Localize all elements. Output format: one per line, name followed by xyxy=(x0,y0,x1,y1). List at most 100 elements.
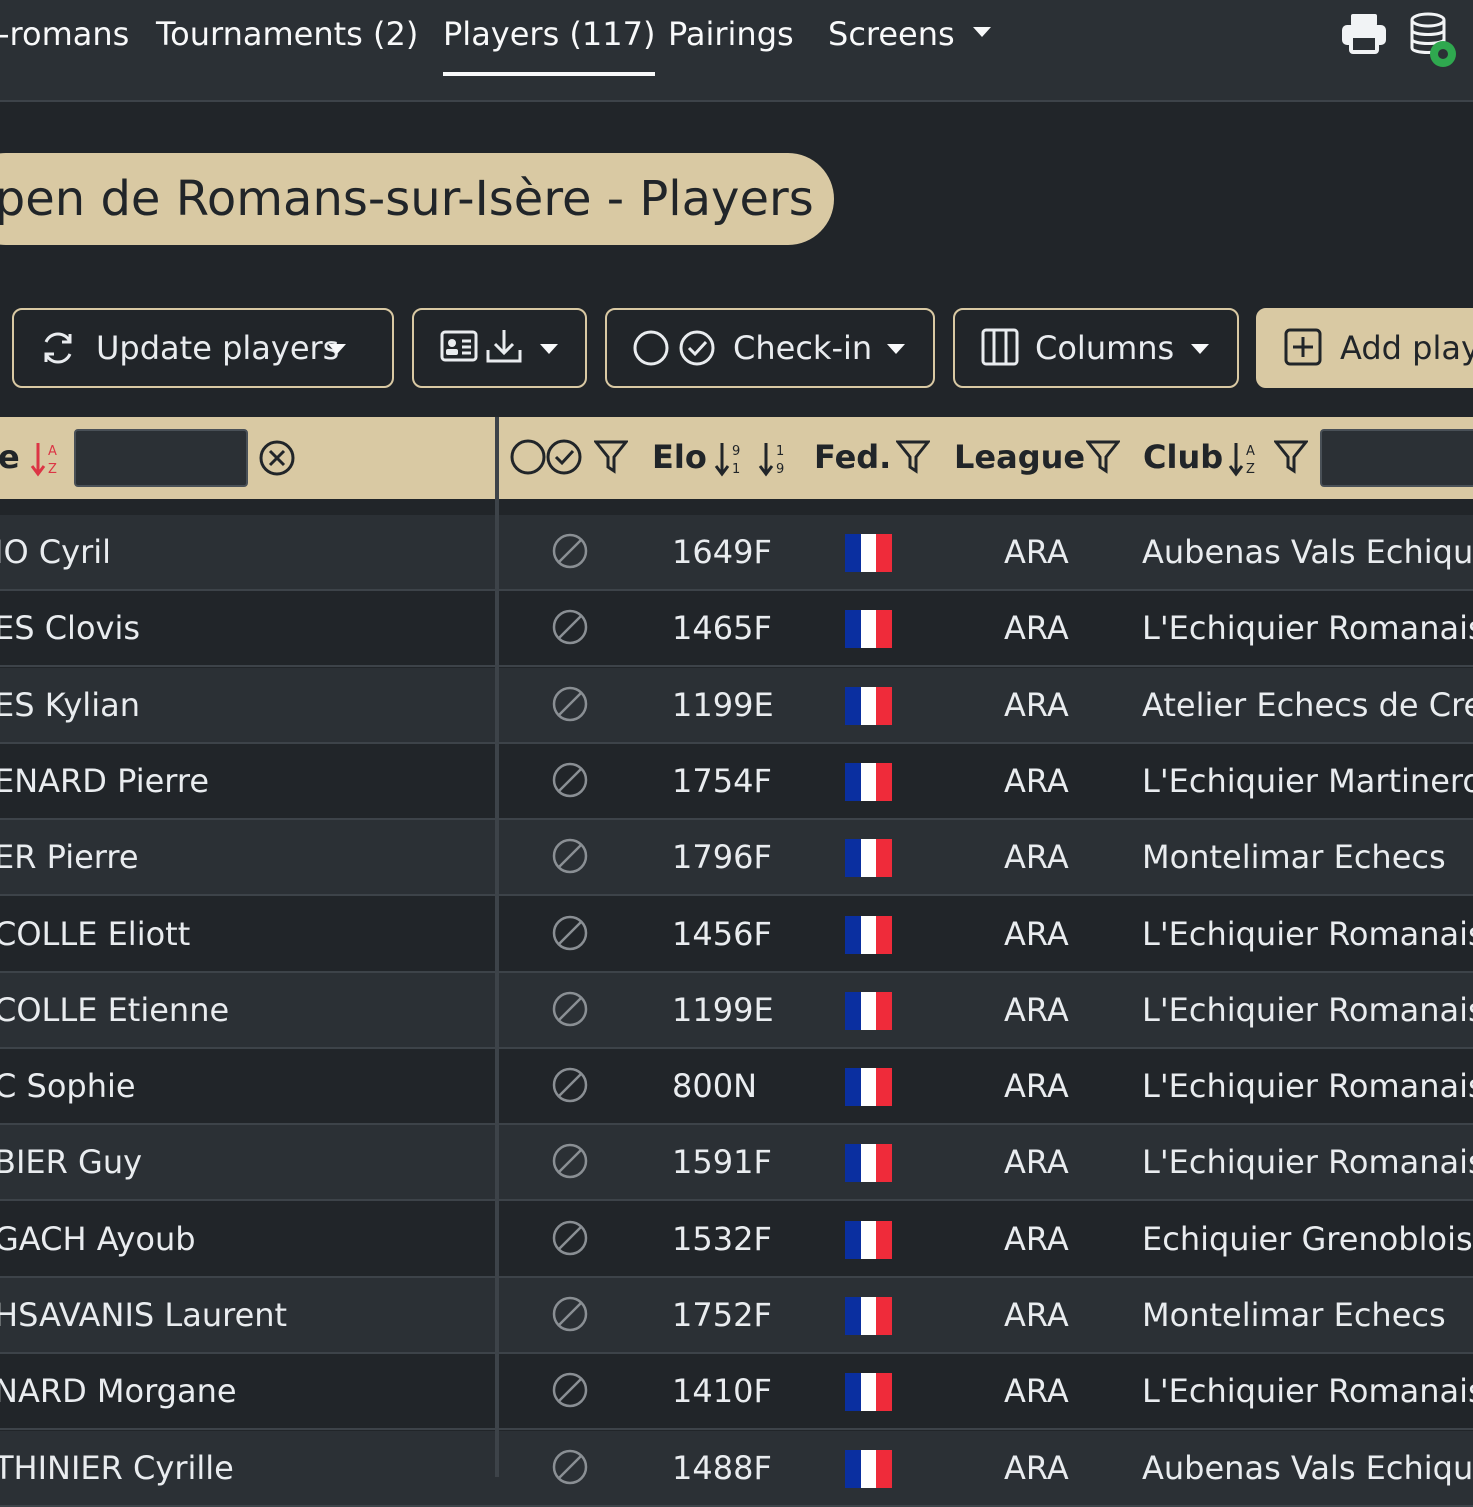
filter-icon[interactable] xyxy=(896,439,930,475)
player-name[interactable]: ES Kylian xyxy=(0,668,140,742)
table-row[interactable]: IO Cyril 1649F ARA Aubenas Vals Echiqui xyxy=(0,515,1473,591)
chevron-down-icon xyxy=(887,344,905,354)
nav-item-players[interactable]: Players (117) xyxy=(443,12,656,76)
update-players-label: Update players xyxy=(96,329,340,367)
check-in-icon xyxy=(633,330,715,366)
table-row[interactable]: HSAVANIS Laurent 1752F ARA Montelimar Echec… xyxy=(0,1278,1473,1354)
player-club: L'Echiquier Romanais xyxy=(1142,915,1473,953)
filter-icon[interactable] xyxy=(1086,439,1120,475)
check-in-icon[interactable] xyxy=(510,437,584,477)
player-name[interactable]: THINIER Cyrille xyxy=(0,1431,234,1505)
nav-item-event[interactable]: -romans xyxy=(0,12,129,56)
clear-icon[interactable] xyxy=(258,439,296,477)
printer-icon[interactable] xyxy=(1340,12,1388,56)
export-button[interactable] xyxy=(412,308,587,388)
player-elo: 1754F xyxy=(672,762,772,800)
header-elo: Elo xyxy=(652,438,707,476)
not-checked-in-icon[interactable] xyxy=(552,1067,588,1103)
not-checked-in-icon[interactable] xyxy=(552,838,588,874)
player-name[interactable]: ES Clovis xyxy=(0,591,140,665)
player-name[interactable]: ENARD Pierre xyxy=(0,744,209,818)
table-row[interactable]: BIER Guy 1591F ARA L'Echiquier Romanais xyxy=(0,1125,1473,1201)
table-row[interactable]: NARD Morgane 1410F ARA L'Echiquier Romanais xyxy=(0,1354,1473,1430)
chevron-down-icon xyxy=(328,344,346,354)
not-checked-in-icon[interactable] xyxy=(552,991,588,1027)
add-player-button[interactable]: Add play xyxy=(1256,308,1473,388)
header-name: e xyxy=(0,438,20,476)
refresh-icon xyxy=(44,332,72,364)
nav-item-tournaments[interactable]: Tournaments (2) xyxy=(156,12,418,56)
player-league: ARA xyxy=(1004,609,1069,647)
player-league: ARA xyxy=(1004,1143,1069,1181)
table-row[interactable]: GACH Ayoub 1532F ARA Echiquier Grenoblois xyxy=(0,1202,1473,1278)
columns-button[interactable]: Columns xyxy=(953,308,1239,388)
club-filter-input[interactable] xyxy=(1320,429,1473,487)
database-settings-icon[interactable] xyxy=(1408,12,1462,70)
not-checked-in-icon[interactable] xyxy=(552,686,588,722)
not-checked-in-icon[interactable] xyxy=(552,1449,588,1485)
sort-numeric-desc-icon[interactable]: 9 1 xyxy=(714,439,746,479)
player-league: ARA xyxy=(1004,991,1069,1029)
not-checked-in-icon[interactable] xyxy=(552,1296,588,1332)
filter-icon[interactable] xyxy=(594,439,628,475)
france-flag-icon xyxy=(845,687,893,725)
table-row[interactable]: ES Clovis 1465F ARA L'Echiquier Romanais xyxy=(0,591,1473,667)
table-header: e A Z Elo 9 1 1 9 Fed. League Club A Z xyxy=(0,417,1473,499)
not-checked-in-icon[interactable] xyxy=(552,1143,588,1179)
france-flag-icon xyxy=(845,1450,893,1488)
france-flag-icon xyxy=(845,992,893,1030)
table-row[interactable]: ES Kylian 1199E ARA Atelier Echecs de Cre xyxy=(0,668,1473,744)
player-club: Aubenas Vals Echiqui xyxy=(1142,1449,1473,1487)
player-name[interactable]: C Sophie xyxy=(0,1049,136,1123)
table-row[interactable]: THINIER Cyrille 1488F ARA Aubenas Vals Echi… xyxy=(0,1431,1473,1507)
player-club: L'Echiquier Martineroi xyxy=(1142,762,1473,800)
player-club: L'Echiquier Romanais xyxy=(1142,1372,1473,1410)
not-checked-in-icon[interactable] xyxy=(552,915,588,951)
sort-numeric-asc-icon[interactable]: 1 9 xyxy=(758,439,790,479)
table-row[interactable]: COLLE Eliott 1456F ARA L'Echiquier Romanais xyxy=(0,897,1473,973)
update-players-button[interactable]: Update players xyxy=(12,308,394,388)
nav-item-pairings[interactable]: Pairings xyxy=(668,12,794,56)
player-club: Atelier Echecs de Cre xyxy=(1142,686,1473,724)
column-divider xyxy=(495,417,499,1477)
name-filter-input[interactable] xyxy=(74,429,248,487)
header-club: Club xyxy=(1143,438,1224,476)
player-club: Aubenas Vals Echiqui xyxy=(1142,533,1473,571)
player-name[interactable]: NARD Morgane xyxy=(0,1354,237,1428)
france-flag-icon xyxy=(845,534,893,572)
add-player-label: Add play xyxy=(1340,329,1473,367)
not-checked-in-icon[interactable] xyxy=(552,533,588,569)
player-club: L'Echiquier Romanais xyxy=(1142,991,1473,1029)
france-flag-icon xyxy=(845,1068,893,1106)
nav-item-screens[interactable]: Screens xyxy=(828,12,991,56)
svg-text:9: 9 xyxy=(732,444,740,459)
sort-alpha-icon[interactable]: A Z xyxy=(30,439,62,479)
player-name[interactable]: GACH Ayoub xyxy=(0,1202,196,1276)
player-club: Echiquier Grenoblois xyxy=(1142,1220,1473,1258)
header-league: League xyxy=(954,438,1086,476)
player-name[interactable]: COLLE Etienne xyxy=(0,973,229,1047)
not-checked-in-icon[interactable] xyxy=(552,609,588,645)
filter-icon[interactable] xyxy=(1274,439,1308,475)
not-checked-in-icon[interactable] xyxy=(552,1372,588,1408)
player-league: ARA xyxy=(1004,1296,1069,1334)
table-row[interactable]: ER Pierre 1796F ARA Montelimar Echecs xyxy=(0,820,1473,896)
player-name[interactable]: BIER Guy xyxy=(0,1125,142,1199)
check-in-button[interactable]: Check-in xyxy=(605,308,935,388)
chevron-down-icon xyxy=(972,27,991,37)
not-checked-in-icon[interactable] xyxy=(552,1220,588,1256)
player-league: ARA xyxy=(1004,838,1069,876)
table-row[interactable]: ENARD Pierre 1754F ARA L'Echiquier Martiner… xyxy=(0,744,1473,820)
player-name[interactable]: ER Pierre xyxy=(0,820,139,894)
player-elo: 1649F xyxy=(672,533,772,571)
france-flag-icon xyxy=(845,610,893,648)
player-name[interactable]: IO Cyril xyxy=(0,515,111,589)
player-name[interactable]: HSAVANIS Laurent xyxy=(0,1278,287,1352)
player-name[interactable]: COLLE Eliott xyxy=(0,897,190,971)
svg-text:9: 9 xyxy=(776,462,784,477)
sort-alpha-icon[interactable]: A Z xyxy=(1228,439,1260,479)
table-row[interactable]: COLLE Etienne 1199E ARA L'Echiquier Romanai… xyxy=(0,973,1473,1049)
table-row[interactable]: C Sophie 800N ARA L'Echiquier Romanais xyxy=(0,1049,1473,1125)
id-card-icon xyxy=(440,330,478,362)
not-checked-in-icon[interactable] xyxy=(552,762,588,798)
